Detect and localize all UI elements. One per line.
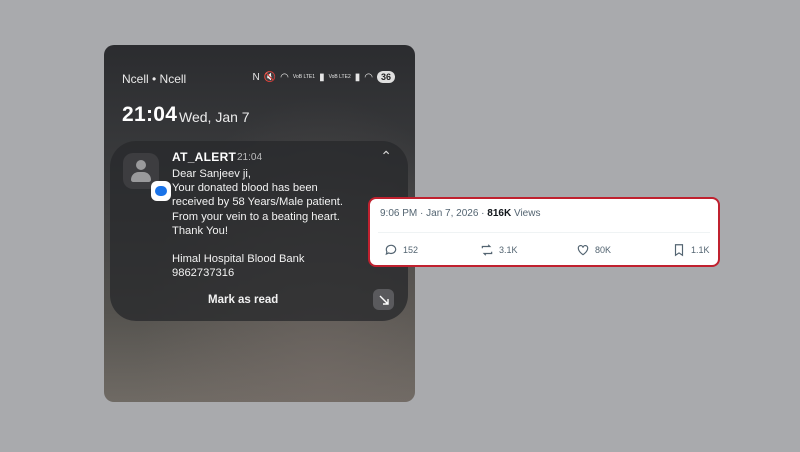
lockscreen-date: Wed, Jan 7 [179, 109, 250, 125]
mark-as-read-button[interactable]: Mark as read [208, 294, 278, 306]
lockscreen-time: 21:04 [122, 103, 178, 126]
divider [378, 232, 710, 233]
views-count: 816K [487, 208, 512, 219]
tweet-timestamp: 9:06 PM · Jan 7, 2026 · 816K Views [380, 208, 540, 219]
message-line: Dear Sanjeev ji, [172, 168, 251, 180]
nfc-icon: N [252, 71, 260, 83]
reply-button[interactable]: 152 [384, 243, 418, 257]
wifi-icon: ◠ [364, 71, 373, 83]
like-button[interactable]: 80K [576, 243, 611, 257]
like-count: 80K [595, 245, 612, 255]
volte-label: VoB LTE1 [292, 73, 316, 80]
chevron-up-icon[interactable]: ⌃ [380, 148, 392, 165]
reply-icon [385, 244, 397, 256]
signal-icon: ▮ [319, 71, 325, 83]
message-line: 9862737316 [172, 267, 235, 280]
status-icons: N 🔇 ◠ VoB LTE1 ▮ VoB LTE2 ▮ ◠ 36 [252, 71, 395, 83]
message-line: Your donated blood has been [172, 182, 318, 195]
volte-label: VoB LTE2 [328, 73, 351, 80]
battery-level: 36 [376, 71, 395, 83]
carrier-label: Ncell • Ncell [122, 72, 187, 86]
contact-icon [123, 153, 171, 201]
tweet-stats-card: 9:06 PM · Jan 7, 2026 · 816K Views 152 3… [368, 197, 720, 267]
notification-card[interactable]: AT_ALERT 21:04 ⌃ Dear Sanjeev ji, Your d… [110, 141, 408, 321]
repost-count: 3.1K [499, 245, 518, 255]
bookmark-icon [674, 244, 684, 257]
reply-count: 152 [403, 245, 419, 255]
wifi-icon: ◠ [280, 71, 289, 83]
notification-time: 21:04 [237, 152, 263, 163]
bookmark-count: 1.1K [691, 245, 710, 255]
expand-icon[interactable] [373, 289, 394, 310]
views-label: Views [511, 208, 541, 219]
tweet-time: 9:06 PM · Jan 7, 2026 · [380, 208, 488, 219]
repost-icon [481, 244, 493, 256]
heart-icon [577, 245, 589, 256]
bookmark-button[interactable]: 1.1K [672, 243, 710, 257]
signal-icon: ▮ [354, 71, 361, 83]
notification-sender: AT_ALERT [172, 150, 237, 164]
repost-button[interactable]: 3.1K [480, 243, 518, 257]
mute-icon: 🔇 [263, 71, 277, 83]
messages-icon [151, 181, 171, 201]
